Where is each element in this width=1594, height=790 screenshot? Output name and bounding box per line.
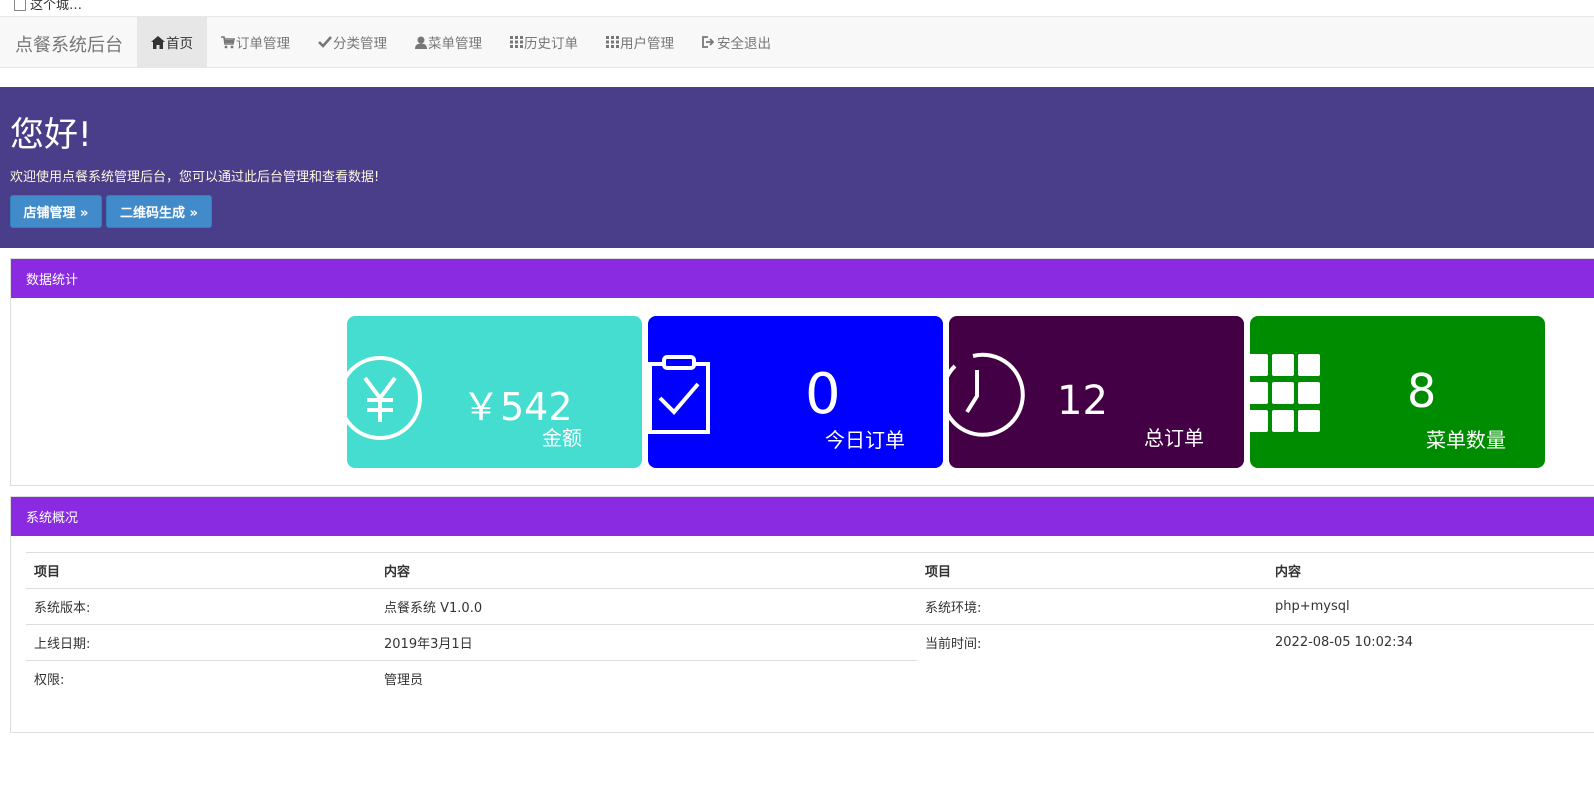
nav-item-label: 历史订单 (524, 36, 578, 52)
clipboard-check-icon (648, 355, 710, 434)
stat-label: 今日订单 (825, 428, 905, 452)
timer-icon (949, 352, 1025, 437)
logout-icon (702, 36, 715, 48)
table-cell: 系统版本: (26, 588, 376, 625)
stat-label: 总订单 (1144, 426, 1204, 450)
stat-card-total-orders: 12 总订单 (949, 316, 1244, 468)
table-cell (917, 661, 1267, 697)
nav-item-history[interactable]: 历史订单 (496, 17, 592, 67)
nav-item-categories[interactable]: 分类管理 (304, 17, 401, 67)
stat-value: 0 (805, 362, 841, 427)
nav-menu: 首页 订单管理 分类管理 菜单管理 历史订单 用户管理 安全退出 (137, 17, 785, 67)
browser-top-strip: 这个城… (0, 0, 1594, 16)
cart-icon (221, 35, 235, 48)
stat-card-today-orders: 0 今日订单 (648, 316, 943, 468)
yen-icon (347, 356, 422, 440)
check-icon (318, 36, 332, 48)
nav-item-orders[interactable]: 订单管理 (207, 17, 304, 67)
nav-item-users[interactable]: 用户管理 (592, 17, 688, 67)
table-cell: php+mysql (1267, 588, 1594, 625)
welcome-title: 您好! (10, 115, 92, 155)
table-cell: 权限: (26, 660, 376, 697)
stat-card-amount: ￥542 金额 (347, 316, 642, 468)
nav-item-label: 菜单管理 (428, 36, 482, 52)
system-overview-table: 项目 内容 项目 内容 系统版本: 点餐系统 V1.0.0 系统环境: php+… (26, 552, 1594, 697)
shop-manage-button[interactable]: 店铺管理 » (10, 195, 102, 228)
table-row: 系统版本: 点餐系统 V1.0.0 系统环境: php+mysql (26, 588, 1594, 625)
stat-card-menu-count: 8 菜单数量 (1250, 316, 1545, 468)
table-row: 上线日期: 2019年3月1日 当前时间: 2022-08-05 10:02:3… (26, 624, 1594, 661)
document-icon (14, 0, 26, 11)
navbar: 点餐系统后台 首页 订单管理 分类管理 菜单管理 历史订单 用户管理 安全退出 (0, 16, 1594, 68)
welcome-subtitle: 欢迎使用点餐系统管理后台，您可以通过此后台管理和查看数据! (10, 170, 380, 185)
stat-value: 8 (1407, 364, 1437, 418)
table-cell: 管理员 (376, 660, 917, 697)
welcome-jumbotron: 您好! 欢迎使用点餐系统管理后台，您可以通过此后台管理和查看数据! 店铺管理 »… (0, 87, 1594, 248)
table-row: 权限: 管理员 (26, 660, 1594, 697)
column-header: 项目 (917, 552, 1267, 589)
browser-tab-text: 这个城… (30, 0, 83, 13)
table-cell (1267, 661, 1594, 697)
nav-item-label: 首页 (166, 36, 193, 52)
nav-item-logout[interactable]: 安全退出 (688, 17, 785, 67)
table-cell: 系统环境: (917, 588, 1267, 625)
table-header-row: 项目 内容 项目 内容 (26, 552, 1594, 589)
nav-item-home[interactable]: 首页 (137, 17, 207, 67)
table-cell: 点餐系统 V1.0.0 (376, 588, 917, 625)
table-cell: 当前时间: (917, 624, 1267, 661)
grid-icon (1250, 354, 1320, 432)
grid-icon (606, 36, 619, 48)
table-cell: 2022-08-05 10:02:34 (1267, 624, 1594, 661)
stats-panel-title: 数据统计 (11, 259, 1594, 298)
column-header: 内容 (376, 552, 917, 589)
column-header: 内容 (1267, 552, 1594, 589)
nav-item-label: 分类管理 (333, 36, 387, 52)
nav-item-menu[interactable]: 菜单管理 (401, 17, 496, 67)
overview-panel: 系统概况 项目 内容 项目 内容 系统版本: 点餐系统 V1.0.0 系统环境:… (10, 496, 1594, 733)
home-icon (151, 35, 165, 49)
nav-item-label: 安全退出 (717, 36, 771, 52)
overview-panel-title: 系统概况 (11, 497, 1594, 536)
stat-label: 菜单数量 (1426, 428, 1506, 452)
nav-item-label: 用户管理 (620, 36, 674, 52)
nav-item-label: 订单管理 (236, 36, 290, 52)
column-header: 项目 (26, 552, 376, 589)
qrcode-generate-button[interactable]: 二维码生成 » (106, 195, 212, 228)
stats-panel: 数据统计 ￥542 金额 0 今日订单 12 总订单 8 菜单数量 (10, 258, 1594, 486)
table-cell: 2019年3月1日 (376, 624, 917, 661)
user-icon (415, 36, 427, 49)
grid-icon (510, 36, 523, 48)
table-cell: 上线日期: (26, 624, 376, 661)
brand[interactable]: 点餐系统后台 (15, 31, 123, 57)
stat-value: 12 (1057, 378, 1108, 424)
stat-label: 金额 (542, 426, 582, 450)
